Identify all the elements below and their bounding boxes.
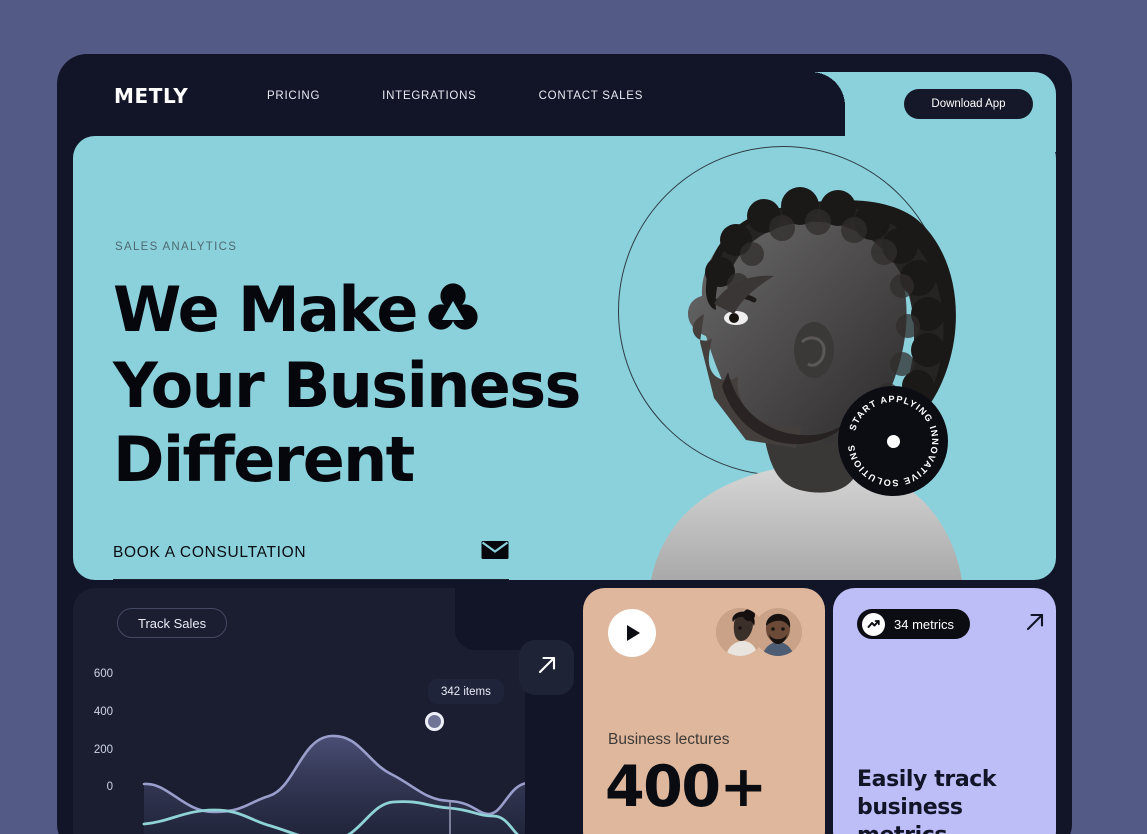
cta-underline (113, 579, 509, 580)
play-button[interactable] (608, 609, 656, 657)
card-corner-notch (455, 588, 525, 650)
cta-row: BOOK A CONSULTATION (113, 540, 509, 579)
y-tick-400: 400 (93, 706, 113, 718)
nav-links: PRICING INTEGRATIONS CONTACT SALES (267, 90, 643, 102)
headline-line-1: We Make (113, 273, 418, 346)
business-lectures-card: Business lectures 400+ (583, 588, 825, 834)
metrics-count-pill[interactable]: 34 metrics (857, 609, 970, 639)
track-sales-card: Track Sales 600 400 200 0 (73, 588, 525, 834)
badge-center-dot (886, 434, 900, 448)
hero-visual: START APPLYING INNOVATIVE SOLUTIONS (596, 136, 1056, 580)
business-lectures-label: Business lectures (608, 731, 730, 748)
book-consultation-cta[interactable]: BOOK A CONSULTATION (113, 540, 509, 580)
brand-logo[interactable]: METLY (114, 84, 188, 108)
chart-data-point-marker[interactable] (425, 712, 444, 731)
device-frame: METLY PRICING INTEGRATIONS CONTACT SALES… (57, 54, 1072, 834)
trefoil-icon (427, 275, 479, 349)
nav-link-integrations[interactable]: INTEGRATIONS (382, 90, 476, 102)
hero-eyebrow: SALES ANALYTICS (115, 241, 238, 253)
hero-panel: SALES ANALYTICS We Make Your Business Di… (73, 136, 1056, 580)
track-sales-pill[interactable]: Track Sales (117, 608, 228, 638)
metrics-card: 34 metrics Easily track business metrics (833, 588, 1056, 834)
metrics-card-title: Easily track business metrics (857, 766, 1047, 834)
page-root: METLY PRICING INTEGRATIONS CONTACT SALES… (0, 0, 1147, 834)
y-tick-0: 0 (106, 781, 113, 793)
arrow-up-right-icon (1022, 609, 1048, 640)
nav-link-pricing[interactable]: PRICING (267, 90, 320, 102)
hero-headline: We Make Your Business Different (113, 273, 673, 497)
arrow-up-right-icon (534, 652, 560, 683)
rotating-badge[interactable]: START APPLYING INNOVATIVE SOLUTIONS (838, 386, 948, 496)
metrics-count-label: 34 metrics (894, 616, 954, 632)
metrics-title-line-2: business metrics (857, 795, 963, 834)
headline-line-3: Different (113, 423, 415, 496)
play-icon (627, 625, 640, 641)
top-navigation: METLY PRICING INTEGRATIONS CONTACT SALES… (57, 54, 1072, 139)
chart-expand-button[interactable] (519, 640, 574, 695)
metrics-title-line-1: Easily track (857, 767, 997, 792)
y-tick-600: 600 (93, 668, 113, 680)
envelope-icon (481, 540, 509, 565)
cards-row: Track Sales 600 400 200 0 342 items Busi… (57, 588, 1072, 834)
trend-line-icon (862, 612, 885, 636)
cta-label: BOOK A CONSULTATION (113, 543, 307, 561)
avatar-man[interactable] (754, 608, 802, 656)
sales-line-chart (142, 734, 525, 834)
business-lectures-value: 400+ (605, 754, 767, 820)
portrait-illustration (651, 187, 962, 580)
nav-link-contact-sales[interactable]: CONTACT SALES (539, 90, 644, 102)
headline-line-2: Your Business (113, 349, 581, 422)
metrics-expand-button[interactable] (1021, 610, 1049, 638)
download-app-button[interactable]: Download App (904, 89, 1033, 119)
y-tick-200: 200 (93, 744, 113, 756)
chart-tooltip: 342 items (428, 679, 504, 704)
